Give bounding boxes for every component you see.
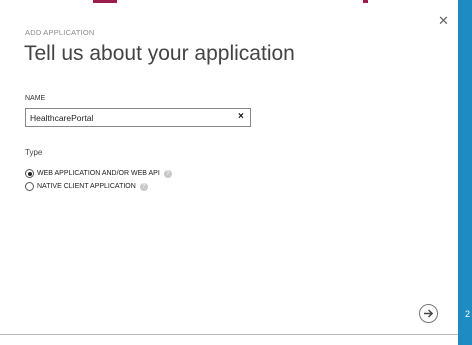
top-accent-bar (363, 0, 368, 3)
radio-label: WEB APPLICATION AND/OR WEB API (37, 170, 160, 177)
divider (0, 334, 458, 335)
next-button[interactable] (419, 304, 438, 323)
help-icon[interactable]: ? (139, 182, 148, 191)
side-panel-label: 2 (465, 309, 471, 319)
side-panel-strip (458, 0, 472, 345)
arrow-right-icon (424, 309, 434, 318)
type-label: Type (25, 148, 43, 157)
add-application-dialog: ✕ ADD APPLICATION Tell us about your app… (0, 0, 458, 345)
clear-input-icon[interactable]: × (238, 111, 244, 123)
name-field[interactable]: × (25, 108, 251, 127)
page-title: Tell us about your application (24, 42, 295, 65)
dialog-eyebrow: ADD APPLICATION (25, 28, 95, 37)
radio-button-selected[interactable] (25, 169, 34, 178)
radio-native-client[interactable]: NATIVE CLIENT APPLICATION ? (25, 181, 148, 192)
radio-button[interactable] (25, 182, 34, 191)
radio-label: NATIVE CLIENT APPLICATION (37, 183, 136, 190)
name-input[interactable] (30, 111, 220, 124)
radio-web-application[interactable]: WEB APPLICATION AND/OR WEB API ? (25, 168, 172, 179)
name-field-label: NAME (25, 95, 46, 102)
close-icon[interactable]: ✕ (438, 14, 449, 27)
top-accent-bar (93, 0, 117, 3)
help-icon[interactable]: ? (163, 169, 172, 178)
